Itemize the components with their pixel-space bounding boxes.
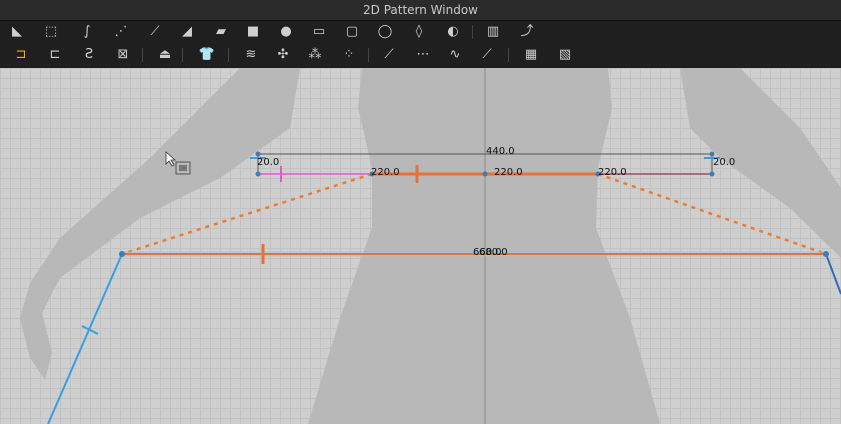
edit-seam-allowance-tool-icon[interactable]: ⊏ [44, 45, 66, 65]
button-tool-icon[interactable]: ⁘ [338, 45, 360, 65]
point [119, 251, 125, 257]
window-title: 2D Pattern Window [0, 0, 841, 21]
label-seg-mid: 220.0 [494, 167, 523, 178]
pleats-tool-icon[interactable]: ▥ [482, 22, 504, 42]
label-hem-b: 680.0 [479, 247, 508, 258]
binding-tool-icon[interactable]: Ƨ [78, 45, 100, 65]
edit-curvature-tool-icon[interactable]: ∫ [76, 22, 98, 42]
internal-polygon-tool-icon[interactable]: ▭ [308, 22, 330, 42]
circle-tool-icon[interactable]: ● [275, 22, 297, 42]
label-right-small: 20.0 [713, 157, 735, 168]
toolbar-separator [142, 48, 143, 62]
avatar-torso [308, 68, 660, 424]
rectangle-tool-icon[interactable]: ■ [242, 22, 264, 42]
point [709, 171, 715, 177]
tack-tool-icon[interactable]: ∿ [444, 45, 466, 65]
avatar-silhouette [20, 68, 841, 424]
free-sewing-tool-icon[interactable]: ⋯ [412, 45, 434, 65]
right-side-seam [825, 253, 841, 295]
polygon-tool-icon[interactable]: ▰ [210, 22, 232, 42]
pattern-canvas[interactable]: 440.0 20.0 20.0 220.0 220.0 220.0 660.0 … [0, 68, 841, 424]
add-point-tool-icon[interactable]: ⟋ [144, 22, 166, 42]
point [482, 171, 488, 177]
trace-tool-icon[interactable]: ◐ [442, 22, 464, 42]
point [255, 151, 261, 157]
avatar-left-arm [20, 68, 300, 380]
point [255, 171, 261, 177]
toolbar-separator [368, 48, 369, 62]
avatar-right-arm [680, 68, 841, 258]
toolbar-row-2: ⊐ ⊏ Ƨ ⊠ ⏏ 👕 ≋ ✣ ⁂ ⁘ ⟋ ⋯ ∿ ⟋ ▦ ▧ [0, 44, 841, 66]
toolbar-separator [508, 48, 509, 62]
label-top-total: 440.0 [486, 146, 515, 157]
internal-circle-tool-icon[interactable]: ◯ [374, 22, 396, 42]
label-left-small: 20.0 [257, 157, 279, 168]
smocking-tool-icon[interactable]: ✣ [272, 45, 294, 65]
toolbar-separator [472, 25, 473, 39]
internal-rectangle-tool-icon[interactable]: ▢ [341, 22, 363, 42]
point [709, 151, 715, 157]
toolbar-row-1: ◣ ⬚ ∫ ⋰ ⟋ ◢ ▰ ■ ● ▭ ▢ ◯ ◊ ◐ ▥ ⤴ [0, 21, 841, 43]
dart-tool-icon[interactable]: ◊ [408, 22, 430, 42]
toolbar-separator [182, 48, 183, 62]
label-seg-right: 220.0 [598, 167, 627, 178]
texture-tool-icon[interactable]: ▦ [520, 45, 542, 65]
transform-pattern-tool-icon[interactable]: ⬚ [40, 22, 62, 42]
shirring-tool-icon[interactable]: ≋ [240, 45, 262, 65]
edit-point-tool-icon[interactable]: ◢ [176, 22, 198, 42]
edit-curve-point-tool-icon[interactable]: ⋰ [110, 22, 132, 42]
edit-pattern-tool-icon[interactable]: ◣ [6, 22, 28, 42]
edit-sewing-tool-icon[interactable]: ⟋ [476, 45, 498, 65]
graphic-tool-icon[interactable]: ▧ [554, 45, 576, 65]
garment-fit-tool-icon[interactable]: 👕 [196, 45, 218, 65]
label-seg-left: 220.0 [371, 167, 400, 178]
seam-allowance-tool-icon[interactable]: ⊐ [10, 45, 32, 65]
app-window: 2D Pattern Window ◣ ⬚ ∫ ⋰ ⟋ ◢ ▰ ■ ● ▭ ▢ … [0, 0, 841, 424]
quilting-tool-icon[interactable]: ⁂ [304, 45, 326, 65]
fold-tool-icon[interactable]: ⤴ [516, 22, 538, 42]
iron-tool-icon[interactable]: ⏏ [154, 45, 176, 65]
point [823, 251, 829, 257]
pattern-drawing: 440.0 20.0 20.0 220.0 220.0 220.0 660.0 … [20, 68, 841, 424]
edit-binding-tool-icon[interactable]: ⊠ [112, 45, 134, 65]
toolbar-separator [228, 48, 229, 62]
segment-sewing-tool-icon[interactable]: ⟋ [378, 45, 400, 65]
